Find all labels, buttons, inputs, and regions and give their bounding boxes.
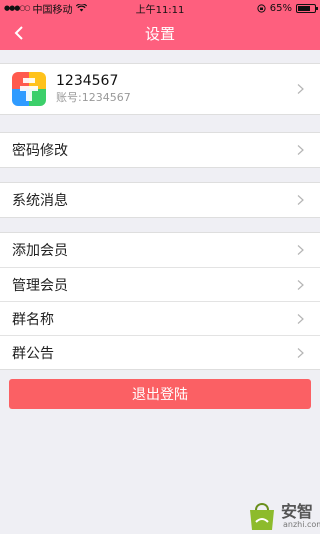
back-button[interactable] xyxy=(6,20,32,46)
logout-button[interactable]: 退出登陆 xyxy=(9,379,311,409)
anzhi-watermark: 安智 anzhi.com xyxy=(246,496,320,534)
shopping-bag-icon xyxy=(250,503,274,530)
wifi-icon xyxy=(75,4,87,12)
add-member-row[interactable]: 添加会员 xyxy=(0,233,320,267)
carrier-name: 中国移动 xyxy=(32,4,73,16)
group-notice-row[interactable]: 群公告 xyxy=(0,335,320,369)
app-logo-icon xyxy=(12,72,46,106)
chevron-right-icon xyxy=(297,245,304,255)
password-change-label: 密码修改 xyxy=(12,143,68,159)
watermark-brand: 安智 xyxy=(281,502,314,521)
chevron-right-icon xyxy=(297,279,304,290)
battery-percent: 65% xyxy=(269,2,292,14)
group-name-label: 群名称 xyxy=(12,311,54,328)
profile-section: 1234567 账号:1234567 xyxy=(0,63,320,115)
manage-member-row[interactable]: 管理会员 xyxy=(0,267,320,301)
messages-section: 系统消息 xyxy=(0,182,320,218)
group-section: 添加会员 管理会员 群名称 群公告 xyxy=(0,232,320,370)
battery-icon xyxy=(296,3,318,13)
orientation-lock-icon xyxy=(257,3,266,13)
password-change-row[interactable]: 密码修改 xyxy=(0,133,320,167)
profile-name: 1234567 xyxy=(56,73,119,89)
chevron-right-icon xyxy=(297,195,304,205)
chevron-right-icon xyxy=(297,313,304,324)
add-member-label: 添加会员 xyxy=(12,243,68,259)
battery-level-fill xyxy=(298,5,310,11)
group-notice-label: 群公告 xyxy=(12,345,54,362)
status-left: ●●●○○ 中国移动 xyxy=(4,1,114,16)
status-time: 上午11:11 xyxy=(135,4,185,16)
chevron-right-icon xyxy=(297,347,304,358)
manage-member-label: 管理会员 xyxy=(12,277,68,294)
group-name-row[interactable]: 群名称 xyxy=(0,301,320,335)
page-title: 设置 xyxy=(144,24,175,43)
status-right: 65% xyxy=(206,2,318,14)
profile-text: 1234567 账号:1234567 xyxy=(56,72,131,106)
status-bar: ●●●○○ 中国移动 上午11:11 65% xyxy=(0,0,320,16)
nav-bar: 设置 xyxy=(0,16,320,50)
system-messages-label: 系统消息 xyxy=(12,193,68,209)
chevron-left-icon xyxy=(14,26,23,40)
chevron-right-icon xyxy=(297,145,304,155)
profile-account: 账号:1234567 xyxy=(56,91,131,104)
signal-dots-icon: ●●●○○ xyxy=(4,4,31,12)
password-section: 密码修改 xyxy=(0,132,320,168)
system-messages-row[interactable]: 系统消息 xyxy=(0,183,320,217)
watermark-domain: anzhi.com xyxy=(283,520,320,529)
chevron-right-icon xyxy=(297,84,304,94)
profile-row[interactable]: 1234567 账号:1234567 xyxy=(0,64,320,114)
